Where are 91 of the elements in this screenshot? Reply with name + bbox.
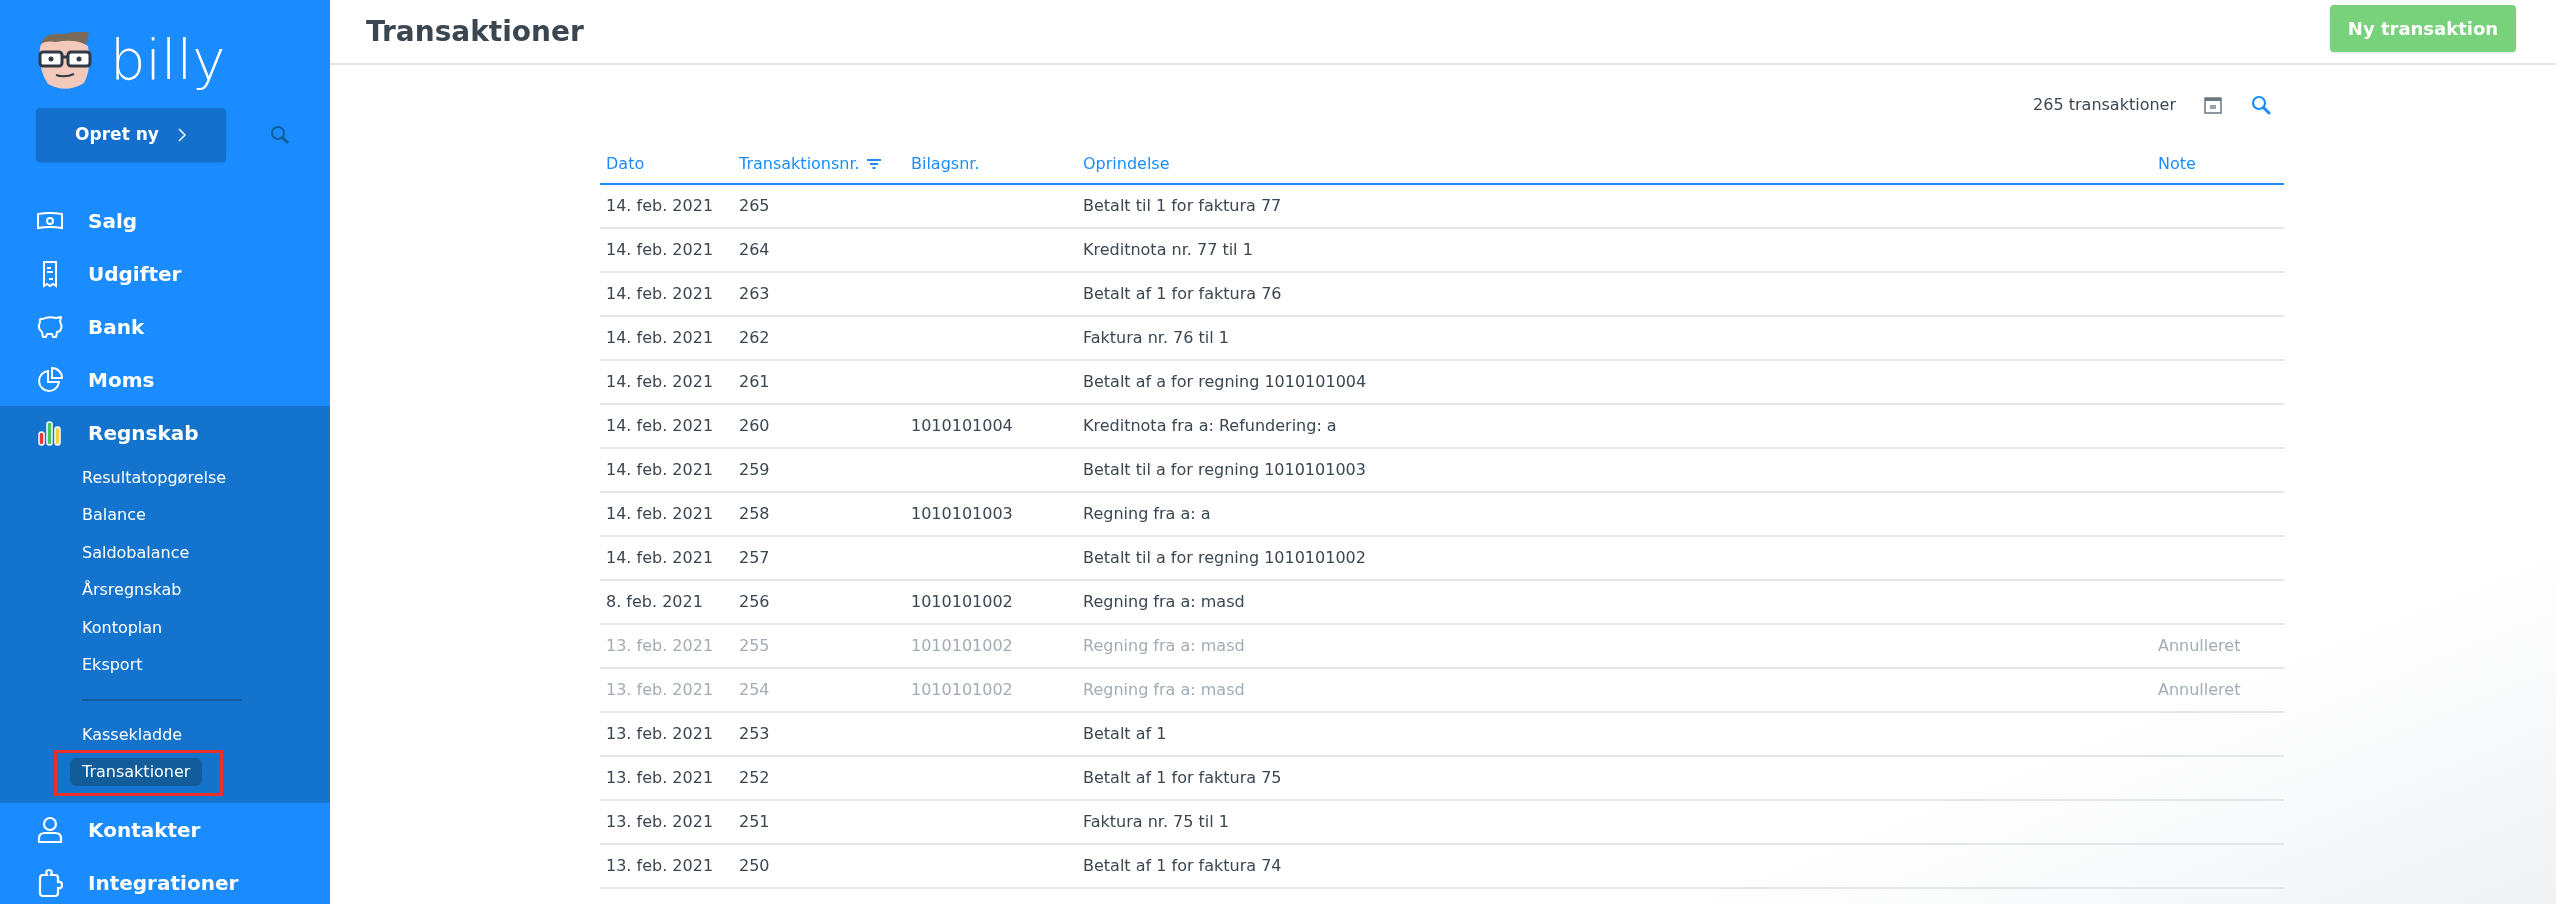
table-cell: 14. feb. 2021 [606, 240, 714, 259]
table-cell: Betalt til 1 for faktura 77 [1083, 196, 1282, 215]
table-cell: 14. feb. 2021 [606, 284, 714, 303]
column-header[interactable]: Dato [606, 152, 645, 176]
create-new-button[interactable]: Opret ny [36, 108, 226, 162]
table-cell: Annulleret [2158, 636, 2241, 655]
table-cell: Regning fra a: masd [1083, 592, 1245, 611]
page-title: Transaktioner [366, 13, 584, 50]
table-cell: 258 [739, 504, 770, 523]
search-icon[interactable] [270, 125, 290, 145]
table-cell: 14. feb. 2021 [606, 328, 714, 347]
nav-subitem[interactable]: Balance [70, 503, 158, 528]
table-cell: 256 [739, 592, 770, 611]
table-cell: 251 [739, 812, 770, 831]
piggy-bank-icon [36, 313, 64, 340]
column-header[interactable]: Note [2158, 152, 2196, 176]
table-cell: 1010101002 [911, 636, 1013, 655]
nav-item[interactable]: Salg [0, 194, 330, 247]
pie-chart-icon [37, 366, 63, 393]
table-cell: Kreditnota nr. 77 til 1 [1083, 240, 1253, 259]
table-cell: 261 [739, 372, 770, 391]
puzzle-piece-icon [37, 867, 63, 898]
nav-subitem[interactable]: Kontoplan [70, 615, 175, 640]
table-cell: 14. feb. 2021 [606, 548, 714, 567]
table-cell: 14. feb. 2021 [606, 196, 714, 215]
table-cell: 14. feb. 2021 [606, 372, 714, 391]
logo-wordmark: billy [110, 32, 226, 88]
search-icon[interactable] [2250, 94, 2272, 116]
table-cell: Kreditnota fra a: Refundering: a [1083, 416, 1337, 435]
table-cell: Regning fra a: masd [1083, 680, 1245, 699]
table-cell: 252 [739, 768, 770, 787]
table-cell: 1010101002 [911, 592, 1013, 611]
table-cell: Faktura nr. 75 til 1 [1083, 812, 1229, 831]
column-header[interactable]: Bilagsnr. [911, 152, 980, 176]
table-cell: 13. feb. 2021 [606, 636, 714, 655]
nav-subitem[interactable]: Årsregnskab [70, 578, 194, 603]
nav-subitem[interactable]: Saldobalance [70, 540, 202, 565]
table-cell: 14. feb. 2021 [606, 416, 714, 435]
table-cell: 254 [739, 680, 770, 699]
table-cell: 13. feb. 2021 [606, 768, 714, 787]
table-cell: Faktura nr. 76 til 1 [1083, 328, 1229, 347]
table-cell: Regning fra a: a [1083, 504, 1211, 523]
chevron-right-icon [176, 127, 187, 143]
table-cell: Regning fra a: masd [1083, 636, 1245, 655]
table-cell: 262 [739, 328, 770, 347]
nav-subitem[interactable]: Resultatopgørelse [70, 465, 239, 490]
banknote-icon [36, 210, 64, 231]
table-cell: 1010101002 [911, 680, 1013, 699]
column-header[interactable]: Oprindelse [1083, 152, 1170, 176]
table-cell: 260 [739, 416, 770, 435]
nav-item[interactable]: Integrationer [0, 856, 330, 904]
table-cell: 13. feb. 2021 [606, 812, 714, 831]
sort-icon[interactable] [865, 158, 882, 170]
table-cell: Betalt til a for regning 1010101003 [1083, 460, 1366, 479]
nav-subitem[interactable]: Kassekladde [70, 722, 195, 747]
nav-item[interactable]: Udgifter [0, 247, 330, 300]
nav-subitem[interactable]: Eksport [70, 653, 155, 678]
table-cell: 14. feb. 2021 [606, 460, 714, 479]
table-cell: 259 [739, 460, 770, 479]
nav-item[interactable]: Moms [0, 353, 330, 406]
nav-item[interactable]: Regnskab [0, 406, 330, 459]
table-cell: Betalt af a for regning 1010101004 [1083, 372, 1367, 391]
table-cell: 14. feb. 2021 [606, 504, 714, 523]
table-cell: 255 [739, 636, 770, 655]
new-transaction-button[interactable]: Ny transaktion [2330, 5, 2516, 52]
table-cell: 263 [739, 284, 770, 303]
table-cell: Annulleret [2158, 680, 2241, 699]
table-cell: 1010101003 [911, 504, 1013, 523]
table-cell: Betalt af 1 for faktura 75 [1083, 768, 1282, 787]
nav-subitem[interactable]: Transaktioner [70, 758, 203, 787]
transaction-count: 265 transaktioner [2033, 94, 2176, 116]
table-cell: Betalt af 1 for faktura 74 [1083, 856, 1282, 875]
table-cell: 257 [739, 548, 770, 567]
table-cell: 1010101004 [911, 416, 1013, 435]
calendar-icon[interactable] [2204, 96, 2222, 114]
table-cell: Betalt af 1 [1083, 724, 1167, 743]
table-cell: 13. feb. 2021 [606, 856, 714, 875]
nav-item[interactable]: Bank [0, 300, 330, 353]
table-cell: 264 [739, 240, 770, 259]
column-header[interactable]: Transaktionsnr. [739, 152, 860, 176]
bar-chart-icon [37, 419, 63, 446]
table-cell: 8. feb. 2021 [606, 592, 703, 611]
table-cell: Betalt til a for regning 1010101002 [1083, 548, 1366, 567]
person-icon [37, 815, 63, 844]
table-cell: Betalt af 1 for faktura 76 [1083, 284, 1282, 303]
table-cell: 253 [739, 724, 770, 743]
table-cell: 265 [739, 196, 770, 215]
nav-item[interactable]: Kontakter [0, 803, 330, 856]
table-cell: 13. feb. 2021 [606, 724, 714, 743]
table-cell: 250 [739, 856, 770, 875]
table-cell: 13. feb. 2021 [606, 680, 714, 699]
